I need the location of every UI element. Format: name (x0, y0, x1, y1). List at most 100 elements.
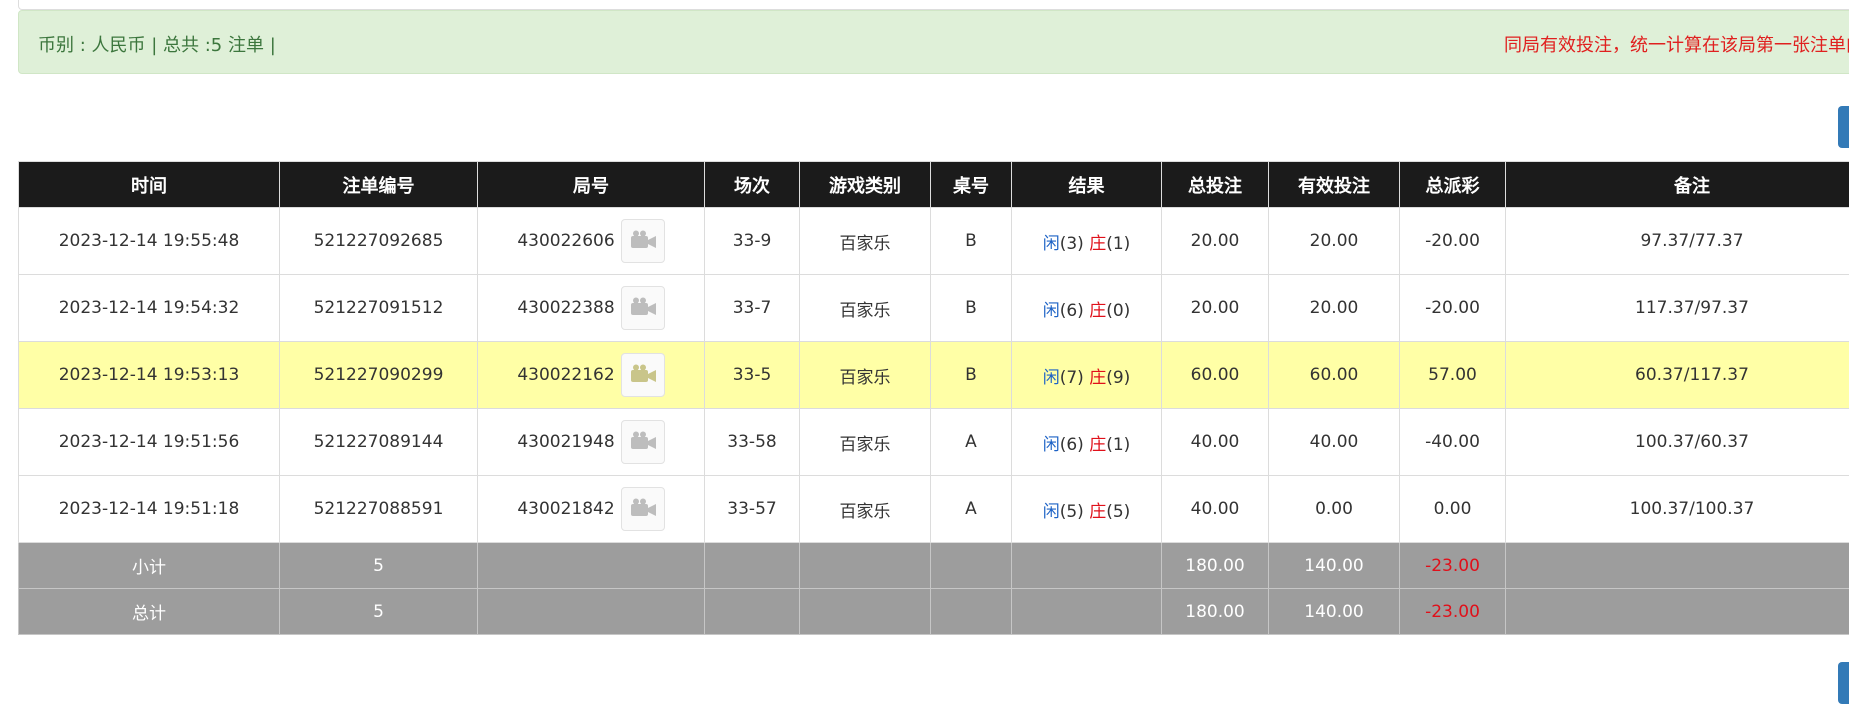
table-row: 2023-12-14 19:51:18 521227088591 4300218… (19, 476, 1849, 543)
banker-label: 庄 (1089, 234, 1106, 254)
video-replay-icon[interactable] (621, 420, 665, 464)
subtotal-count: 5 (280, 543, 478, 589)
cell-result: 闲(6) 庄(1) (1012, 409, 1162, 476)
cell-bet-id: 521227091512 (280, 275, 478, 342)
subtotal-total-bet: 180.00 (1162, 543, 1269, 589)
cell-note: 100.37/100.37 (1506, 476, 1849, 543)
cell-note: 60.37/117.37 (1506, 342, 1849, 409)
cell-game: 百家乐 (800, 208, 931, 275)
video-replay-icon[interactable] (621, 487, 665, 531)
banker-score: (1) (1106, 435, 1130, 455)
col-header-bet-id: 注单编号 (280, 162, 478, 208)
video-replay-icon[interactable] (621, 353, 665, 397)
col-header-note: 备注 (1506, 162, 1849, 208)
top-panel-edge (18, 0, 1849, 10)
subtotal-row: 小计 5 180.00 140.00 -23.00 (19, 543, 1849, 589)
cell-table: A (931, 476, 1012, 543)
banker-score: (1) (1106, 234, 1130, 254)
cell-round: 430021948 (478, 409, 705, 476)
cell-table: B (931, 275, 1012, 342)
total-total-bet: 180.00 (1162, 589, 1269, 635)
total-count: 5 (280, 589, 478, 635)
table-row-highlighted: 2023-12-14 19:53:13 521227090299 4300221… (19, 342, 1849, 409)
subtotal-label: 小计 (19, 543, 280, 589)
cell-total-bet: 20.00 (1162, 208, 1269, 275)
action-button-bottom[interactable] (1838, 662, 1849, 704)
subtotal-valid-bet: 140.00 (1269, 543, 1400, 589)
col-header-game: 游戏类别 (800, 162, 931, 208)
cell-result: 闲(5) 庄(5) (1012, 476, 1162, 543)
cell-time: 2023-12-14 19:51:18 (19, 476, 280, 543)
cell-time: 2023-12-14 19:54:32 (19, 275, 280, 342)
banker-label: 庄 (1089, 368, 1106, 388)
cell-table: A (931, 409, 1012, 476)
cell-bet-id: 521227090299 (280, 342, 478, 409)
col-header-session: 场次 (705, 162, 800, 208)
banker-label: 庄 (1089, 435, 1106, 455)
summary-text: 币别 : 人民币 | 总共 :5 注单 | (38, 31, 276, 57)
action-button[interactable] (1838, 106, 1849, 148)
cell-valid-bet: 60.00 (1269, 342, 1400, 409)
player-score: (6) (1060, 301, 1084, 321)
cell-session: 33-57 (705, 476, 800, 543)
player-label: 闲 (1043, 234, 1060, 254)
notice-text: 同局有效投注，统一计算在该局第一张注单内 (1504, 31, 1849, 57)
cell-session: 33-9 (705, 208, 800, 275)
cell-time: 2023-12-14 19:51:56 (19, 409, 280, 476)
banker-score: (0) (1106, 301, 1130, 321)
cell-session: 33-5 (705, 342, 800, 409)
col-header-table: 桌号 (931, 162, 1012, 208)
total-label: 总计 (19, 589, 280, 635)
cell-result: 闲(3) 庄(1) (1012, 208, 1162, 275)
cell-note: 100.37/60.37 (1506, 409, 1849, 476)
player-label: 闲 (1043, 301, 1060, 321)
player-label: 闲 (1043, 435, 1060, 455)
cell-round: 430022162 (478, 342, 705, 409)
cell-bet-id: 521227088591 (280, 476, 478, 543)
round-number: 430022606 (517, 231, 614, 251)
cell-total-bet: 20.00 (1162, 275, 1269, 342)
total-payout: -23.00 (1400, 589, 1506, 635)
player-label: 闲 (1043, 368, 1060, 388)
cell-table: B (931, 208, 1012, 275)
player-score: (6) (1060, 435, 1084, 455)
col-header-time: 时间 (19, 162, 280, 208)
table-row: 2023-12-14 19:55:48 521227092685 4300226… (19, 208, 1849, 275)
total-valid-bet: 140.00 (1269, 589, 1400, 635)
col-header-result: 结果 (1012, 162, 1162, 208)
player-score: (3) (1060, 234, 1084, 254)
cell-bet-id: 521227089144 (280, 409, 478, 476)
player-label: 闲 (1043, 502, 1060, 522)
cell-game: 百家乐 (800, 409, 931, 476)
player-score: (5) (1060, 502, 1084, 522)
cell-time: 2023-12-14 19:53:13 (19, 342, 280, 409)
banker-label: 庄 (1089, 301, 1106, 321)
cell-valid-bet: 0.00 (1269, 476, 1400, 543)
table-row: 2023-12-14 19:51:56 521227089144 4300219… (19, 409, 1849, 476)
cell-total-bet: 60.00 (1162, 342, 1269, 409)
cell-session: 33-58 (705, 409, 800, 476)
cell-valid-bet: 20.00 (1269, 208, 1400, 275)
col-header-payout: 总派彩 (1400, 162, 1506, 208)
cell-total-bet: 40.00 (1162, 409, 1269, 476)
cell-session: 33-7 (705, 275, 800, 342)
cell-note: 97.37/77.37 (1506, 208, 1849, 275)
round-number: 430022162 (517, 365, 614, 385)
cell-result: 闲(6) 庄(0) (1012, 275, 1162, 342)
round-number: 430022388 (517, 298, 614, 318)
cell-game: 百家乐 (800, 476, 931, 543)
total-row: 总计 5 180.00 140.00 -23.00 (19, 589, 1849, 635)
cell-round: 430021842 (478, 476, 705, 543)
cell-payout: -20.00 (1400, 208, 1506, 275)
table-header-row: 时间 注单编号 局号 场次 游戏类别 桌号 结果 总投注 有效投注 总派彩 备注 (19, 162, 1849, 208)
cell-total-bet: 40.00 (1162, 476, 1269, 543)
col-header-valid-bet: 有效投注 (1269, 162, 1400, 208)
cell-time: 2023-12-14 19:55:48 (19, 208, 280, 275)
cell-table: B (931, 342, 1012, 409)
banker-score: (5) (1106, 502, 1130, 522)
cell-payout: -40.00 (1400, 409, 1506, 476)
banker-score: (9) (1106, 368, 1130, 388)
cell-payout: 57.00 (1400, 342, 1506, 409)
video-replay-icon[interactable] (621, 286, 665, 330)
video-replay-icon[interactable] (621, 219, 665, 263)
